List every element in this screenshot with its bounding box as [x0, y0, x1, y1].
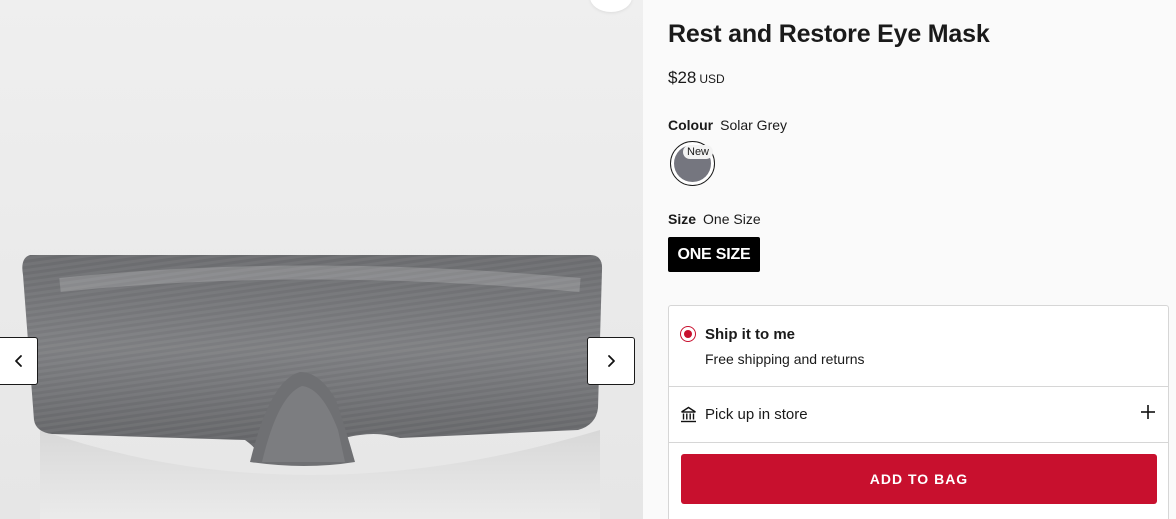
ship-subtitle: Free shipping and returns: [705, 351, 865, 367]
size-label: Size: [668, 211, 697, 227]
delivery-options: Ship it to me Free shipping and returns …: [668, 305, 1169, 519]
add-to-bag-button[interactable]: ADD TO BAG: [681, 454, 1157, 504]
plus-icon[interactable]: [1140, 404, 1156, 420]
pickup-label: Pick up in store: [705, 406, 808, 423]
chevron-right-icon: [608, 355, 615, 367]
previous-image-button[interactable]: [0, 337, 38, 385]
product-image: [22, 255, 603, 519]
pick-up-in-store-option[interactable]: Pick up in store: [669, 387, 1168, 443]
product-details: Rest and Restore Eye Mask $28 USD Colour S…: [643, 0, 1176, 519]
product-title: Rest and Restore Eye Mask: [668, 20, 990, 48]
size-value: One Size: [703, 211, 761, 227]
colour-label: Colour: [668, 117, 714, 133]
store-icon: [681, 406, 696, 423]
ship-it-to-me-option[interactable]: Ship it to me Free shipping and returns: [669, 306, 1168, 387]
colour-row: Colour Solar Grey: [668, 117, 787, 133]
new-badge: New: [683, 145, 714, 159]
ship-radio[interactable]: [680, 326, 696, 342]
product-price: $28 USD: [668, 68, 725, 88]
ship-title: Ship it to me: [705, 326, 795, 343]
size-option-one-size[interactable]: ONE SIZE: [668, 237, 760, 272]
radio-selected-dot: [684, 330, 692, 338]
next-image-button[interactable]: [587, 337, 635, 385]
colour-value: Solar Grey: [720, 117, 788, 133]
price-amount: $28: [668, 68, 697, 87]
chevron-left-icon: [15, 355, 22, 367]
product-gallery: [0, 0, 643, 519]
size-row: Size One Size: [668, 211, 761, 227]
price-currency: USD: [699, 72, 725, 86]
